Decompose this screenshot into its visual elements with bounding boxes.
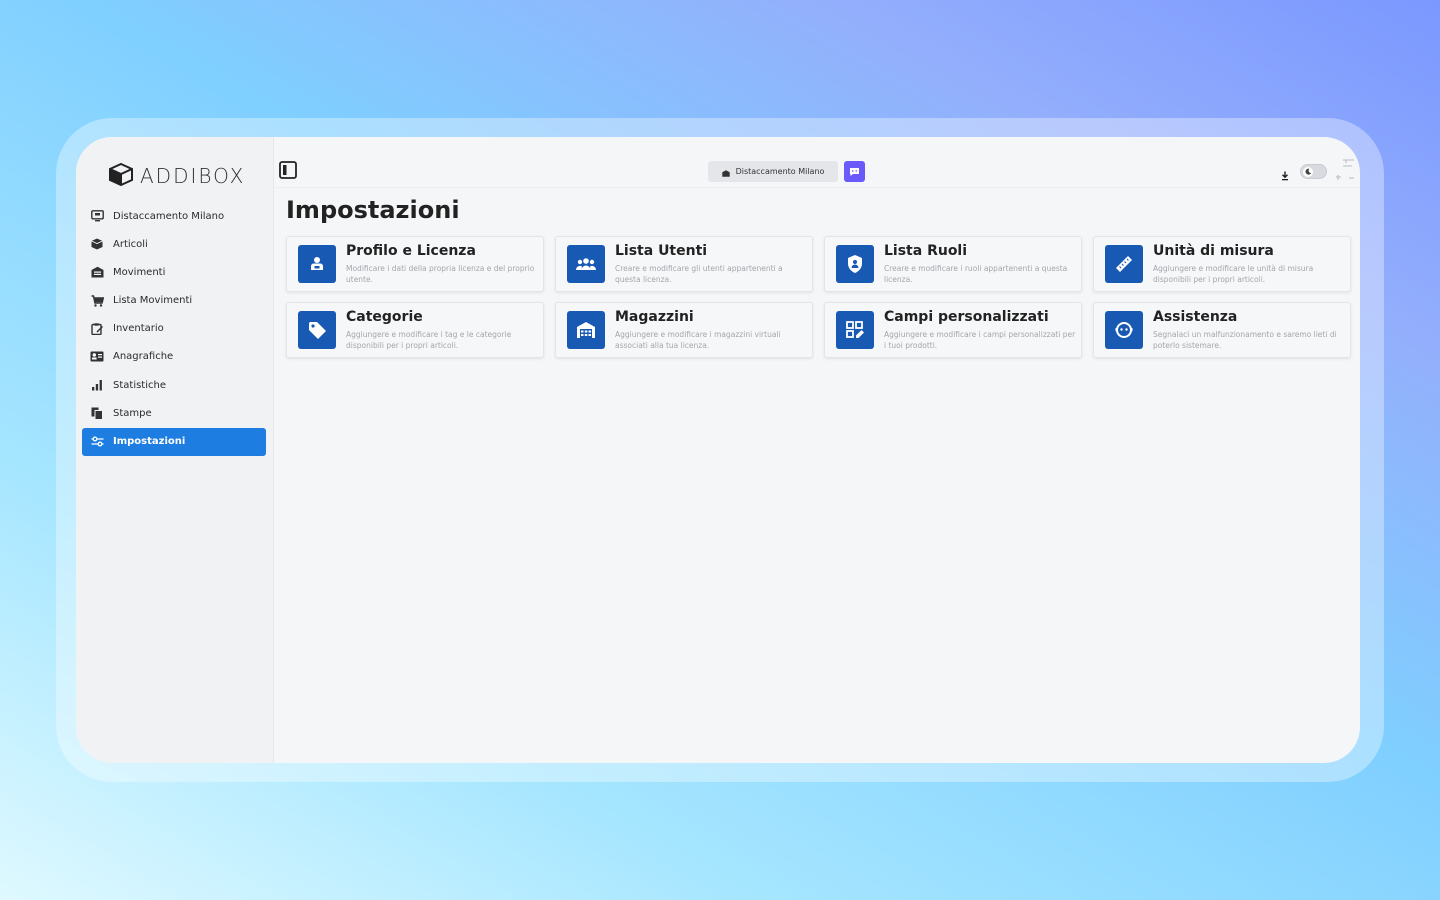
branch-selector-label: Distaccamento Milano xyxy=(735,167,825,176)
sidebar-item-inventario[interactable]: Inventario xyxy=(82,315,266,343)
ruler-icon xyxy=(1105,245,1143,283)
warehouse-icon xyxy=(90,265,104,279)
brand-name: ADDIBOX xyxy=(140,164,246,188)
card-title: Unità di misura xyxy=(1153,243,1274,259)
card-description: Modificare i dati della propria licenza … xyxy=(346,264,535,284)
card-unita-di-misura[interactable]: Unità di misura Aggiungere e modificare … xyxy=(1093,236,1351,292)
documents-icon xyxy=(90,406,104,420)
card-title: Assistenza xyxy=(1153,309,1238,325)
sidebar-item-movimenti[interactable]: Movimenti xyxy=(82,258,266,286)
topbar: Distaccamento Milano xyxy=(275,137,1360,188)
card-profilo-licenza[interactable]: Profilo e Licenza Modificare i dati dell… xyxy=(286,236,544,292)
support-icon xyxy=(1105,311,1143,349)
shield-icon xyxy=(836,245,874,283)
bar-chart-icon xyxy=(90,378,104,392)
tag-icon xyxy=(298,311,336,349)
sidebar-nav: Distaccamento Milano Articoli Movimenti … xyxy=(82,202,266,456)
card-title: Categorie xyxy=(346,309,423,325)
sidebar: ADDIBOX Distaccamento Milano Articoli Mo… xyxy=(76,137,274,763)
sidebar-item-articoli[interactable]: Articoli xyxy=(82,230,266,258)
card-title: Lista Utenti xyxy=(615,243,708,259)
sidebar-item-label: Lista Movimenti xyxy=(113,295,193,307)
user-license-icon xyxy=(298,245,336,283)
brand-logo[interactable]: ADDIBOX xyxy=(108,162,245,190)
sidebar-item-label: Movimenti xyxy=(113,266,166,278)
cart-icon xyxy=(90,294,104,308)
card-title: Magazzini xyxy=(615,309,694,325)
main-content: Impostazioni Profilo e Licenza Modificar… xyxy=(275,188,1360,763)
sidebar-item-label: Stampe xyxy=(113,407,152,419)
sidebar-item-label: Articoli xyxy=(113,238,148,250)
sidebar-item-label: Inventario xyxy=(113,323,164,335)
cube-logo-icon xyxy=(108,162,134,190)
card-magazzini[interactable]: Magazzini Aggiungere e modificare i maga… xyxy=(555,302,813,358)
sidebar-item-anagrafiche[interactable]: Anagrafiche xyxy=(82,343,266,371)
chat-button[interactable] xyxy=(844,161,865,182)
card-title: Campi personalizzati xyxy=(884,309,1049,325)
sidebar-item-label: Distaccamento Milano xyxy=(113,210,225,222)
card-lista-utenti[interactable]: Lista Utenti Creare e modificare gli ute… xyxy=(555,236,813,292)
card-categorie[interactable]: Categorie Aggiungere e modificare i tag … xyxy=(286,302,544,358)
card-description: Creare e modificare i ruoli appartenenti… xyxy=(884,264,1068,284)
card-lista-ruoli[interactable]: Lista Ruoli Creare e modificare i ruoli … xyxy=(824,236,1082,292)
language-icon[interactable] xyxy=(1335,159,1355,185)
card-description: Segnalaci un malfunzionamento e saremo l… xyxy=(1153,330,1337,350)
warehouse-icon xyxy=(567,311,605,349)
page-title: Impostazioni xyxy=(286,196,460,224)
sidebar-item-label: Impostazioni xyxy=(113,436,186,447)
clipboard-icon xyxy=(90,322,104,336)
sliders-icon xyxy=(90,435,104,449)
card-description: Aggiungere e modificare i tag e le categ… xyxy=(346,330,512,350)
theme-toggle[interactable] xyxy=(1300,164,1327,179)
card-campi-personalizzati[interactable]: Campi personalizzati Aggiungere e modifi… xyxy=(824,302,1082,358)
branch-selector-button[interactable]: Distaccamento Milano xyxy=(708,161,838,182)
app-window: ADDIBOX Distaccamento Milano Articoli Mo… xyxy=(76,137,1360,763)
card-description: Aggiungere e modificare i campi personal… xyxy=(884,330,1076,350)
card-description: Aggiungere e modificare i magazzini virt… xyxy=(615,330,781,350)
sidebar-item-impostazioni[interactable]: Impostazioni xyxy=(82,427,266,456)
sidebar-item-lista-movimenti[interactable]: Lista Movimenti xyxy=(82,287,266,315)
users-icon xyxy=(567,245,605,283)
download-icon[interactable] xyxy=(1281,166,1289,185)
sidebar-item-distaccamento-milano[interactable]: Distaccamento Milano xyxy=(82,202,266,230)
warehouse-icon xyxy=(721,162,730,181)
sidebar-toggle-icon[interactable] xyxy=(279,161,297,179)
settings-grid: Profilo e Licenza Modificare i dati dell… xyxy=(286,236,1351,358)
card-description: Creare e modificare gli utenti appartene… xyxy=(615,264,783,284)
card-description: Aggiungere e modificare le unità di misu… xyxy=(1153,264,1314,284)
moon-icon xyxy=(1303,166,1313,177)
id-card-icon xyxy=(90,350,104,364)
sidebar-item-statistiche[interactable]: Statistiche xyxy=(82,371,266,399)
custom-fields-icon xyxy=(836,311,874,349)
monitor-icon xyxy=(90,209,104,223)
sidebar-item-stampe[interactable]: Stampe xyxy=(82,399,266,427)
chat-bubble-icon xyxy=(849,162,860,181)
box-icon xyxy=(90,237,104,251)
card-assistenza[interactable]: Assistenza Segnalaci un malfunzionamento… xyxy=(1093,302,1351,358)
card-title: Lista Ruoli xyxy=(884,243,968,259)
card-title: Profilo e Licenza xyxy=(346,243,476,259)
sidebar-item-label: Statistiche xyxy=(113,379,166,391)
sidebar-item-label: Anagrafiche xyxy=(113,351,174,363)
